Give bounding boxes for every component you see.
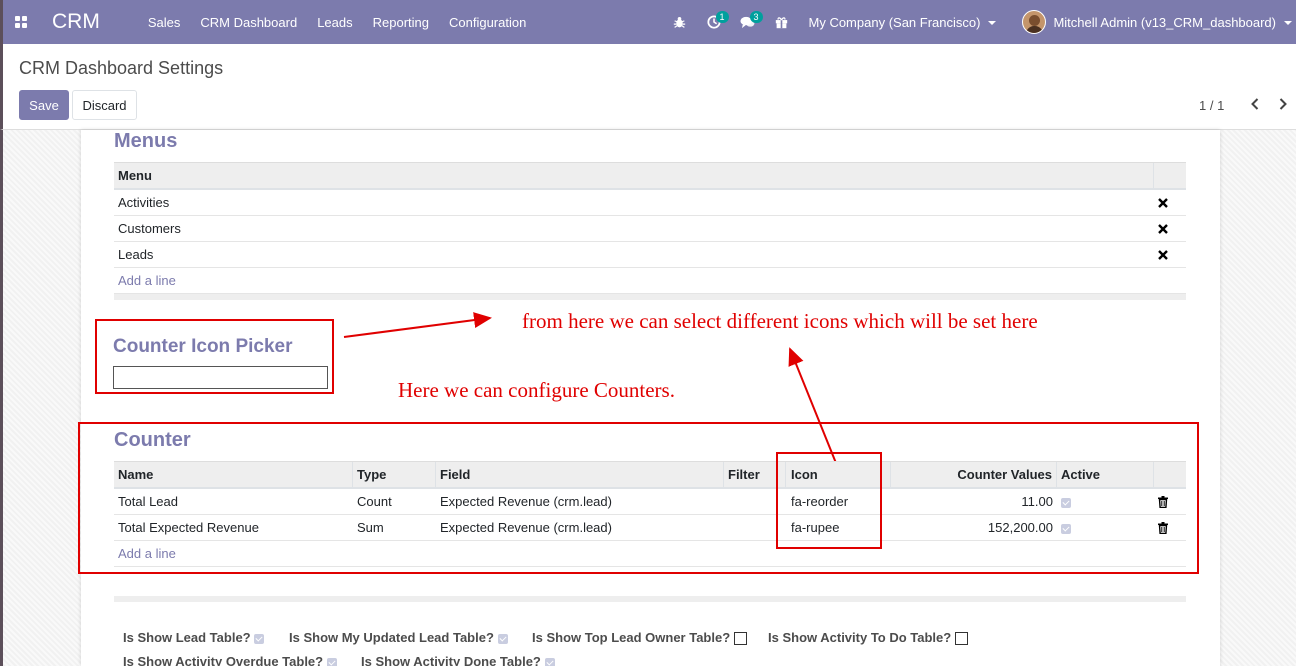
option-label: Is Show My Updated Lead Table? — [289, 630, 494, 645]
option-show-lead-table[interactable]: Is Show Lead Table? — [123, 630, 265, 645]
option-show-activity-to-do-table[interactable]: Is Show Activity To Do Table? — [768, 630, 968, 646]
counter-active-cell[interactable] — [1057, 515, 1071, 541]
column-name[interactable]: Name — [114, 462, 353, 488]
option-show-top-lead-owner-table[interactable]: Is Show Top Lead Owner Table? — [532, 630, 747, 646]
checkbox-unchecked[interactable] — [954, 632, 968, 646]
option-show-my-updated-lead-table[interactable]: Is Show My Updated Lead Table? — [289, 630, 508, 645]
counter-table-header: Name Type Field Filter Icon Counter Valu… — [114, 461, 1186, 489]
column-field[interactable]: Field — [436, 462, 724, 488]
counter-filter-cell[interactable] — [724, 489, 728, 515]
counter-name-cell[interactable]: Total Expected Revenue — [114, 515, 259, 541]
counter-field-cell[interactable]: Expected Revenue (crm.lead) — [436, 515, 612, 541]
counter-active-cell[interactable] — [1057, 489, 1071, 515]
active-checkbox-checked[interactable] — [1061, 523, 1071, 534]
option-show-activity-overdue-table[interactable]: Is Show Activity Overdue Table? — [123, 654, 337, 666]
counter-value-cell: 152,200.00 — [987, 520, 1053, 535]
counter-section-title: Counter — [114, 429, 191, 451]
annotation-box-icon-column — [776, 452, 882, 549]
checkbox-checked[interactable] — [254, 633, 265, 644]
checkbox-unchecked[interactable] — [733, 632, 747, 646]
table-row[interactable]: Total Lead Count Expected Revenue (crm.l… — [114, 489, 1186, 515]
trash-icon[interactable] — [1158, 496, 1168, 508]
active-checkbox-checked[interactable] — [1061, 497, 1071, 508]
column-active[interactable]: Active — [1057, 462, 1154, 488]
counter-type-cell[interactable]: Sum — [353, 515, 384, 541]
counter-type-cell[interactable]: Count — [353, 489, 392, 515]
counter-add-line-link[interactable]: Add a line — [114, 541, 176, 567]
add-line-row: Add a line — [114, 541, 1186, 567]
counter-field-cell[interactable]: Expected Revenue (crm.lead) — [436, 489, 612, 515]
option-label: Is Show Activity To Do Table? — [768, 630, 952, 645]
option-label: Is Show Top Lead Owner Table? — [532, 630, 731, 645]
trash-icon[interactable] — [1158, 522, 1168, 534]
counter-name-cell[interactable]: Total Lead — [114, 489, 178, 515]
section-separator — [114, 596, 1186, 602]
counter-filter-cell[interactable] — [724, 515, 728, 541]
option-label: Is Show Activity Done Table? — [361, 654, 541, 666]
table-row[interactable]: Total Expected Revenue Sum Expected Reve… — [114, 515, 1186, 541]
checkbox-checked[interactable] — [544, 657, 555, 666]
option-label: Is Show Activity Overdue Table? — [123, 654, 324, 666]
column-type[interactable]: Type — [353, 462, 436, 488]
checkbox-checked[interactable] — [497, 633, 508, 644]
counter-value-cell: 11.00 — [1021, 494, 1053, 509]
checkbox-checked[interactable] — [326, 657, 337, 666]
column-counter-values[interactable]: Counter Values — [891, 462, 1057, 488]
option-label: Is Show Lead Table? — [123, 630, 251, 645]
option-show-activity-done-table[interactable]: Is Show Activity Done Table? — [361, 654, 555, 666]
